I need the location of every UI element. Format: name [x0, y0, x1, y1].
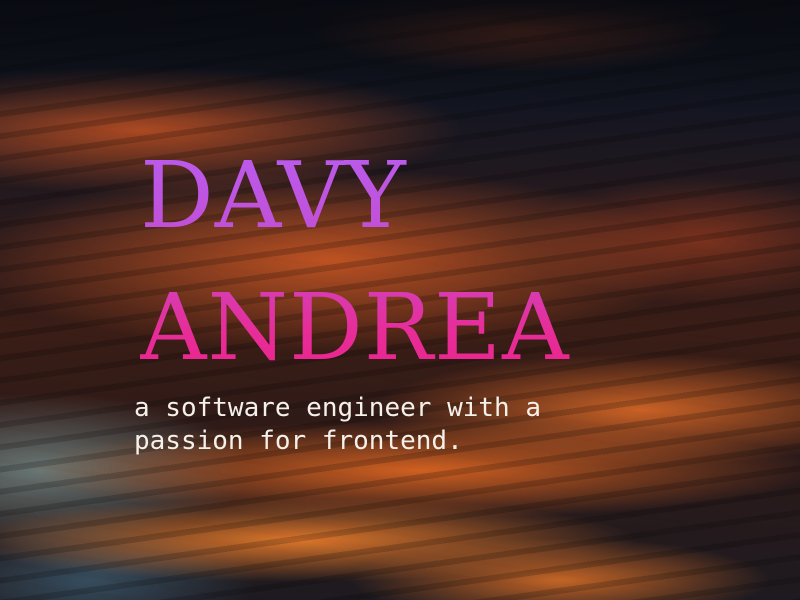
hero-section: DAVY ANDREA a software engineer with a p… — [0, 0, 800, 600]
hero-tagline: a software engineer with a passion for f… — [134, 392, 541, 458]
hero-name-last: ANDREA — [140, 274, 570, 381]
sky-shade — [0, 0, 800, 120]
hero-name-heading: DAVY ANDREA — [140, 130, 570, 394]
hero-name-first: DAVY — [140, 142, 407, 249]
hero-tagline-line1: a software engineer with a — [134, 393, 541, 423]
hero-tagline-line2: passion for frontend. — [134, 426, 463, 456]
